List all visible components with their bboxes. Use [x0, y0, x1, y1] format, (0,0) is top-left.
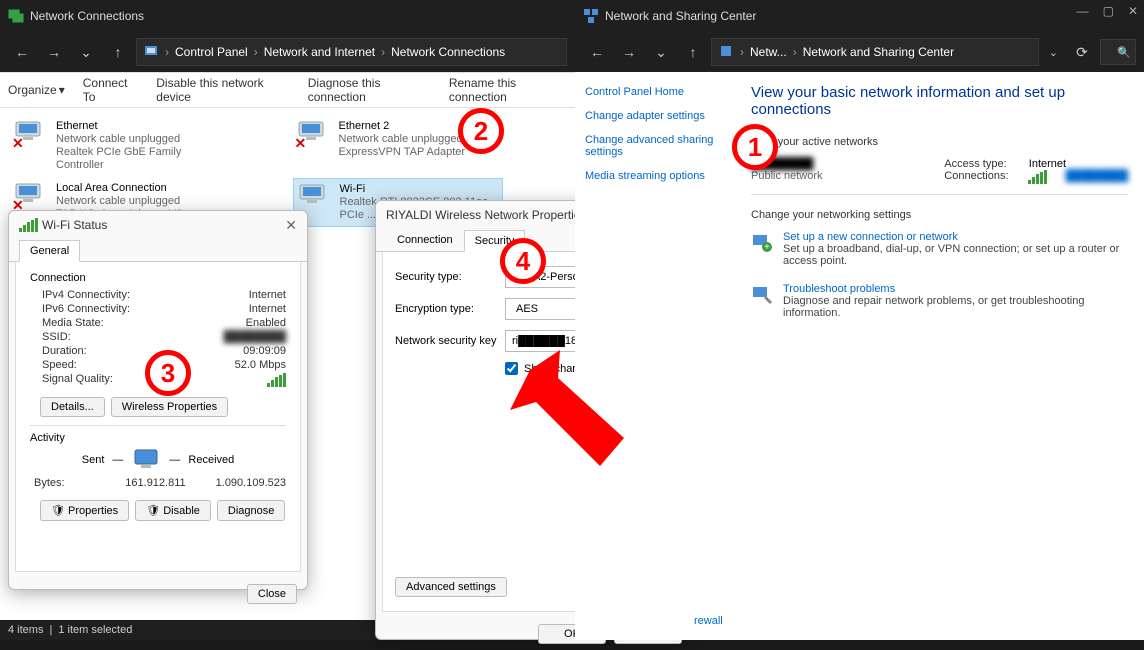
address-icon [718, 43, 734, 62]
annotation-3: 3 [145, 350, 191, 396]
signal-icon [19, 218, 38, 232]
address-bar[interactable]: › Netw... › Network and Sharing Center [711, 38, 1039, 66]
troubleshoot-link[interactable]: Troubleshoot problems [783, 283, 1128, 295]
search-box[interactable]: 🔍 [1100, 39, 1136, 65]
command-bar: Organize ▾ Connect To Disable this netwo… [0, 72, 575, 108]
network-sharing-icon [583, 8, 599, 24]
close-window-button[interactable]: ✕ [1128, 4, 1138, 18]
adapter-item[interactable]: ✕ Ethernet Network cable unplugged Realt… [10, 116, 220, 176]
page-header: View your basic network information and … [751, 84, 1128, 118]
close-dialog-button[interactable]: Close [247, 584, 297, 604]
signal-icon [1028, 170, 1047, 184]
change-advanced-sharing-link[interactable]: Change advanced sharing settings [585, 134, 725, 158]
setup-connection-desc: Set up a broadband, dial-up, or VPN conn… [783, 243, 1128, 267]
diagnose-button[interactable]: Diagnose this connection [308, 76, 431, 104]
disable-device-button[interactable]: Disable this network device [156, 76, 289, 104]
breadcrumb-sharing-center[interactable]: Network and Sharing Center [803, 45, 954, 59]
title-bar: Network and Sharing Center ― ▢ ✕ [575, 0, 1144, 32]
recent-dropdown[interactable]: ⌄ [647, 38, 675, 66]
dialog-title: RIYALDI Wireless Network Properties [386, 208, 587, 222]
dialog-title: Wi-Fi Status [42, 218, 107, 232]
connection-link[interactable]: ████████ [1066, 170, 1128, 184]
svg-text:+: + [764, 242, 770, 253]
disable-button[interactable]: 🛡 Disable [135, 500, 211, 521]
breadcrumb-network-internet[interactable]: Network and Internet [264, 45, 375, 59]
wireless-properties-button[interactable]: Wireless Properties [111, 397, 228, 417]
back-button[interactable]: ← [583, 38, 611, 66]
breadcrumb-netw[interactable]: Netw... [750, 45, 787, 59]
troubleshoot-icon [751, 283, 773, 305]
address-icon [143, 43, 159, 62]
addr-dropdown[interactable]: ⌄ [1049, 46, 1058, 59]
connect-to-button[interactable]: Connect To [83, 76, 139, 104]
close-button[interactable]: ✕ [285, 217, 297, 234]
adapter-icon: ✕ [14, 182, 50, 212]
diagnose-button[interactable]: Diagnose [217, 500, 285, 521]
adapter-icon: ✕ [14, 120, 50, 150]
organize-button[interactable]: Organize ▾ [8, 83, 65, 97]
tab-general[interactable]: General [19, 240, 80, 262]
network-connections-icon [8, 8, 24, 24]
forward-button[interactable]: → [615, 38, 643, 66]
disconnected-x-icon: ✕ [295, 135, 307, 152]
network-sharing-window: Network and Sharing Center ― ▢ ✕ ← → ⌄ ↑… [575, 0, 1144, 640]
maximize-button[interactable]: ▢ [1103, 4, 1114, 18]
nav-row: ← → ⌄ ↑ › Netw... › Network and Sharing … [575, 32, 1144, 72]
recent-dropdown[interactable]: ⌄ [72, 38, 100, 66]
annotation-4: 4 [500, 238, 546, 284]
tab-connection[interactable]: Connection [386, 229, 464, 251]
main-content: View your basic network information and … [735, 72, 1144, 640]
security-type-label: Security type: [395, 271, 497, 283]
forward-button[interactable]: → [40, 38, 68, 66]
activity-icon [131, 448, 161, 472]
change-adapter-link[interactable]: Change adapter settings [585, 110, 725, 122]
troubleshoot-desc: Diagnose and repair network problems, or… [783, 295, 1128, 319]
adapter-icon [298, 183, 334, 213]
active-networks-header: View your active networks [751, 136, 1128, 148]
annotation-2: 2 [458, 108, 504, 154]
connection-group-label: Connection [30, 272, 286, 284]
nav-row: ← → ⌄ ↑ › Control Panel › Network and In… [0, 32, 575, 72]
properties-button[interactable]: 🛡 Properties [40, 500, 129, 521]
network-key-label: Network security key [395, 335, 497, 347]
annotation-arrow [500, 350, 640, 530]
partial-text: rewall [694, 615, 723, 627]
network-type: Public network [751, 170, 823, 182]
selected-count: 1 item selected [58, 624, 132, 636]
details-button[interactable]: Details... [40, 397, 105, 417]
encryption-type-label: Encryption type: [395, 303, 497, 315]
change-settings-header: Change your networking settings [751, 209, 1128, 221]
setup-connection-icon: + [751, 231, 773, 253]
up-button[interactable]: ↑ [679, 38, 707, 66]
title-bar: Network Connections [0, 0, 575, 32]
address-bar[interactable]: › Control Panel › Network and Internet ›… [136, 38, 567, 66]
item-count: 4 items [8, 624, 43, 636]
breadcrumb-network-connections[interactable]: Network Connections [391, 45, 505, 59]
minimize-button[interactable]: ― [1077, 4, 1089, 18]
window-title: Network Connections [30, 9, 144, 23]
advanced-settings-button[interactable]: Advanced settings [395, 577, 507, 597]
breadcrumb-control-panel[interactable]: Control Panel [175, 45, 248, 59]
annotation-1: 1 [732, 124, 778, 170]
up-button[interactable]: ↑ [104, 38, 132, 66]
back-button[interactable]: ← [8, 38, 36, 66]
wifi-status-dialog: Wi-Fi Status ✕ General Connection IPv4 C… [8, 210, 308, 590]
refresh-button[interactable]: ⟳ [1068, 38, 1096, 66]
disconnected-x-icon: ✕ [12, 135, 24, 152]
activity-group-label: Activity [30, 432, 286, 444]
rename-button[interactable]: Rename this connection [449, 76, 567, 104]
adapter-icon: ✕ [297, 120, 333, 150]
signal-quality-icon [267, 373, 286, 387]
setup-connection-link[interactable]: Set up a new connection or network [783, 231, 1128, 243]
chevron-down-icon: ▾ [59, 83, 65, 97]
media-streaming-link[interactable]: Media streaming options [585, 170, 725, 182]
window-title: Network and Sharing Center [605, 9, 756, 23]
control-panel-home-link[interactable]: Control Panel Home [585, 86, 725, 98]
